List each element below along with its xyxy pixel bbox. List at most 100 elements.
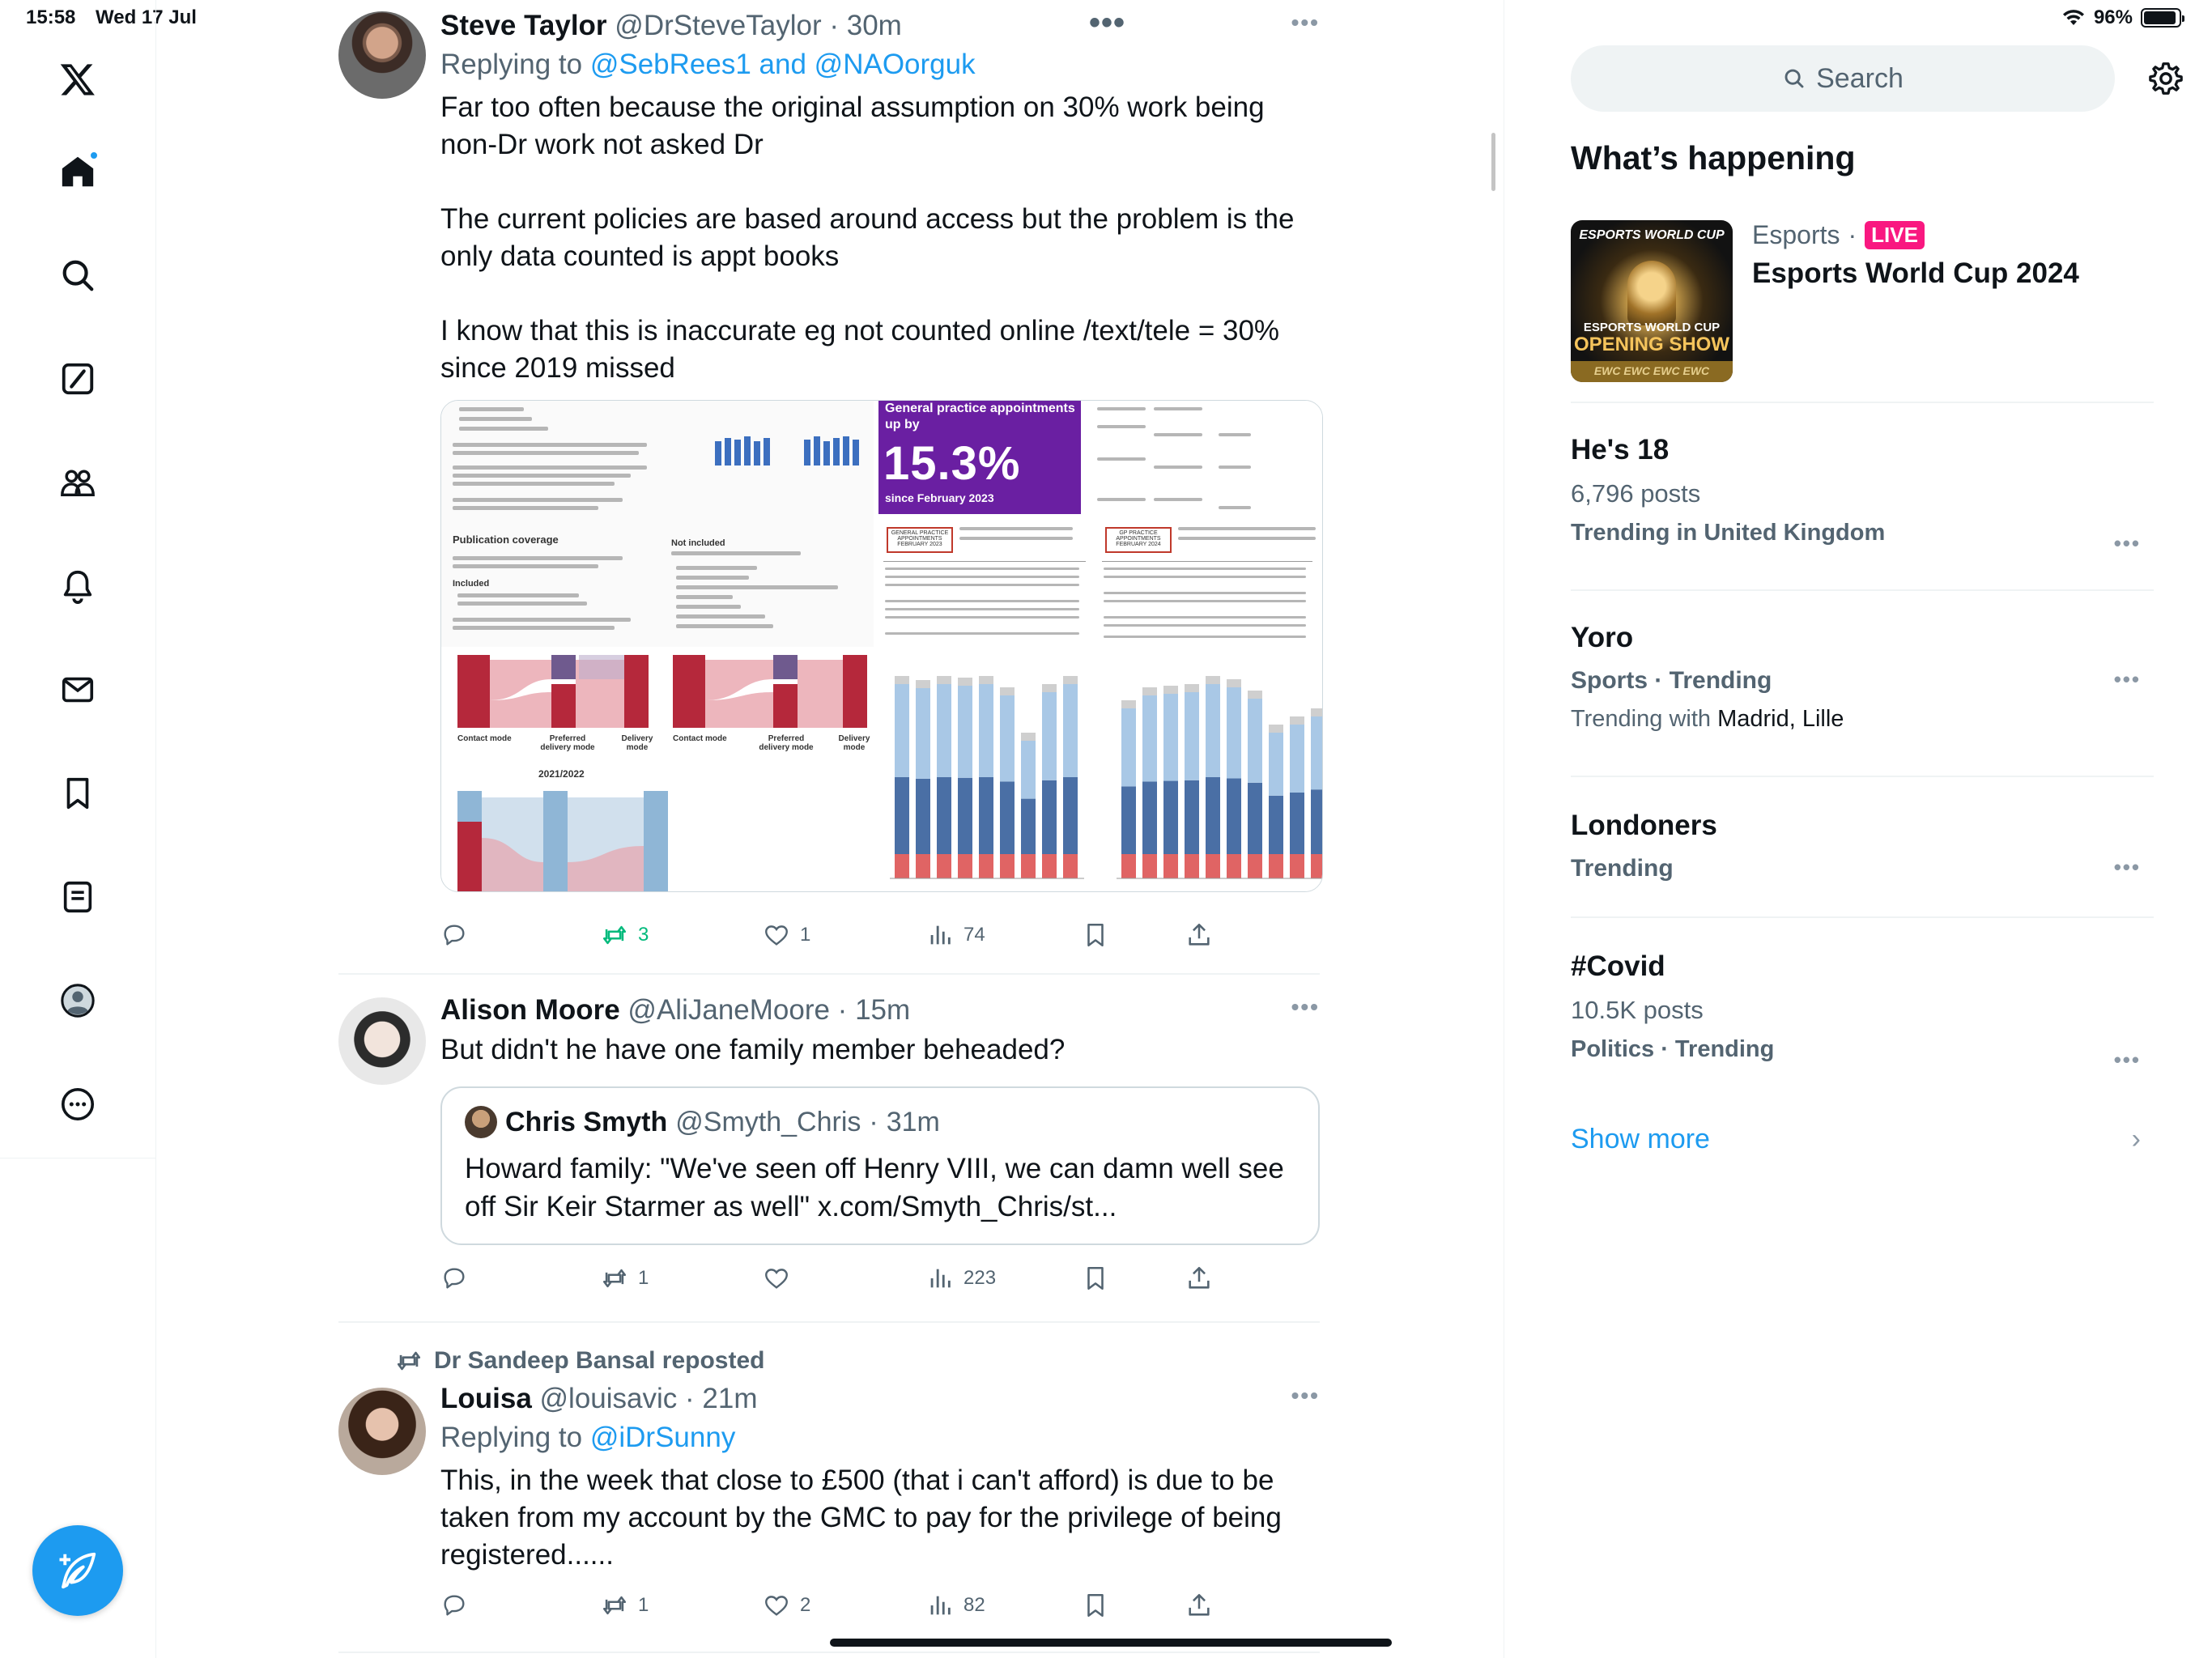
share-button[interactable] <box>1185 1265 1213 1292</box>
tweet-divider <box>338 1321 1320 1323</box>
author-handle[interactable]: @louisavic <box>540 1383 678 1414</box>
decor-bar-segment <box>979 854 993 878</box>
stats-banner-title: General practice appointments up by <box>885 402 1075 432</box>
settings-gear-icon[interactable] <box>2147 60 2184 97</box>
communities-icon[interactable] <box>49 453 107 512</box>
trend-esports-world-cup[interactable]: ESPORTS WORLD CUP ESPORTS WORLD CUP OPEN… <box>1571 220 2105 382</box>
views-chart-icon <box>930 1269 951 1288</box>
stats-big-number: 15.3% <box>883 437 1021 490</box>
bookmark-button[interactable] <box>1082 1265 1109 1292</box>
decor-bar-segment <box>1121 708 1136 787</box>
views-button[interactable]: 74 <box>926 921 985 949</box>
media-document-image[interactable]: Publication coverage Included Not includ… <box>441 401 874 647</box>
trend-item[interactable]: Londoners Trending ••• <box>1571 810 2154 882</box>
bookmark-icon <box>1087 923 1104 947</box>
sankey-axis-contact-2: Contact mode <box>673 734 727 743</box>
avatar[interactable] <box>338 11 426 99</box>
bookmark-button[interactable] <box>1082 921 1109 949</box>
lists-icon[interactable] <box>49 868 107 926</box>
avatar[interactable] <box>338 1388 426 1475</box>
tweet-time[interactable]: 21m <box>702 1383 757 1414</box>
tweet-3[interactable]: Dr Sandeep Bansal reposted Louisa @louis… <box>338 1347 1320 1647</box>
avatar[interactable] <box>338 997 426 1085</box>
profile-avatar-icon[interactable] <box>49 971 107 1030</box>
share-button[interactable] <box>1185 921 1213 949</box>
show-more-link[interactable]: Show more › <box>1571 1124 2154 1155</box>
hero-title: Esports World Cup 2024 <box>1752 257 2079 289</box>
author-handle[interactable]: @DrSteveTaylor <box>615 10 821 41</box>
reposted-by-label[interactable]: Dr Sandeep Bansal reposted <box>434 1347 764 1375</box>
decor-bar-segment <box>1000 781 1015 854</box>
search-icon[interactable] <box>49 246 107 304</box>
tweet-time[interactable]: 30m <box>847 10 902 41</box>
more-options-icon[interactable] <box>49 1075 107 1133</box>
tweet-divider <box>338 1652 1320 1653</box>
scrollbar-thumb[interactable] <box>1491 133 1495 191</box>
decor-bar-segment <box>1227 854 1241 878</box>
repost-button[interactable]: 1 <box>601 1592 649 1619</box>
decor-bar-segment <box>916 854 930 878</box>
notifications-bell-icon[interactable] <box>49 557 107 615</box>
author-handle[interactable]: @AliJaneMoore <box>627 994 830 1026</box>
reply-button[interactable] <box>440 1592 478 1619</box>
author-name[interactable]: Alison Moore <box>440 994 620 1026</box>
search-input[interactable]: Search <box>1571 45 2115 112</box>
x-logo-icon[interactable] <box>49 50 107 108</box>
repost-button[interactable]: 3 <box>601 921 649 949</box>
whats-happening-heading: What’s happening <box>1571 139 1856 176</box>
author-name[interactable]: Steve Taylor <box>440 10 607 41</box>
decor-bar-segment <box>1063 676 1078 684</box>
decor-bar-segment <box>1290 854 1304 878</box>
tweet-2[interactable]: Alison Moore @AliJaneMoore · 15m ••• But… <box>338 994 1320 1318</box>
tweet-actions: 1 223 <box>440 1265 1250 1297</box>
tweet-1[interactable]: Steve Taylor @DrSteveTaylor · 30m ••• Re… <box>338 10 1323 965</box>
compose-post-button[interactable] <box>32 1525 123 1616</box>
doc-sub-not-included: Not included <box>671 538 725 548</box>
trend-more-icon[interactable]: ••• <box>2114 667 2141 692</box>
tweet-more-icon[interactable]: ••• <box>1291 1383 1320 1409</box>
tweet-media-grid[interactable]: Publication coverage Included Not includ… <box>440 400 1323 892</box>
grok-icon[interactable] <box>49 350 107 408</box>
tweet-text: But didn't he have one family member beh… <box>440 1034 1066 1065</box>
tweet-header: Louisa @louisavic · 21m <box>440 1383 758 1414</box>
author-name[interactable]: Louisa <box>440 1383 532 1414</box>
tweet-more-icon[interactable]: ••• <box>1291 994 1320 1020</box>
tweet-more-icon[interactable]: ••• <box>1291 10 1320 36</box>
bookmark-button[interactable] <box>1082 1592 1109 1619</box>
replying-to-link[interactable]: @iDrSunny <box>590 1422 735 1453</box>
views-button[interactable]: 82 <box>926 1592 985 1619</box>
trend-more-icon[interactable]: ••• <box>2114 531 2141 556</box>
trend-more-icon[interactable]: ••• <box>2114 855 2141 880</box>
tweet-time[interactable]: 15m <box>855 994 910 1026</box>
decor-bar-segment <box>1163 686 1178 694</box>
trend-item[interactable]: Yoro Sports · Trending Trending with Mad… <box>1571 622 2154 733</box>
messages-envelope-icon[interactable] <box>49 661 107 719</box>
decor-bar-segment <box>1311 789 1322 854</box>
repost-button[interactable]: 1 <box>601 1265 649 1292</box>
trend-item[interactable]: #Covid 10.5K posts Politics · Trending •… <box>1571 950 2154 1072</box>
trend-more-icon[interactable]: ••• <box>2114 1048 2141 1073</box>
decor-bar-segment <box>1185 854 1199 878</box>
replying-to-link[interactable]: @SebRees1 and @NAOorguk <box>590 49 976 80</box>
trend-item[interactable]: He's 18 6,796 posts Trending in United K… <box>1571 434 2154 555</box>
like-button[interactable] <box>763 1265 800 1292</box>
like-button[interactable]: 1 <box>763 921 810 949</box>
views-button[interactable]: 223 <box>926 1265 996 1292</box>
quoted-tweet[interactable]: Chris Smyth @Smyth_Chris · 31m Howard fami… <box>440 1086 1320 1245</box>
reply-button[interactable] <box>440 1265 478 1292</box>
decor-bar-segment <box>1206 854 1220 878</box>
decor-bar-segment <box>1163 854 1178 878</box>
media-sankey-image[interactable]: Contact mode Preferred delivery mode Del… <box>441 652 874 891</box>
media-stats-image[interactable]: General practice appointments up by 15.3… <box>878 401 1322 647</box>
share-button[interactable] <box>1185 1592 1213 1619</box>
reply-button[interactable] <box>440 921 478 949</box>
bookmarks-icon[interactable] <box>49 764 107 823</box>
decor-bar-segment <box>895 854 909 878</box>
home-icon[interactable] <box>49 142 107 201</box>
decor-bar-segment <box>1000 687 1015 695</box>
tweet-actions: 3 1 74 <box>440 921 1250 954</box>
like-button[interactable]: 2 <box>763 1592 810 1619</box>
media-stacked-bars-image[interactable] <box>878 652 1322 891</box>
home-indicator[interactable] <box>830 1639 1392 1647</box>
decor-bar-segment <box>937 684 951 777</box>
